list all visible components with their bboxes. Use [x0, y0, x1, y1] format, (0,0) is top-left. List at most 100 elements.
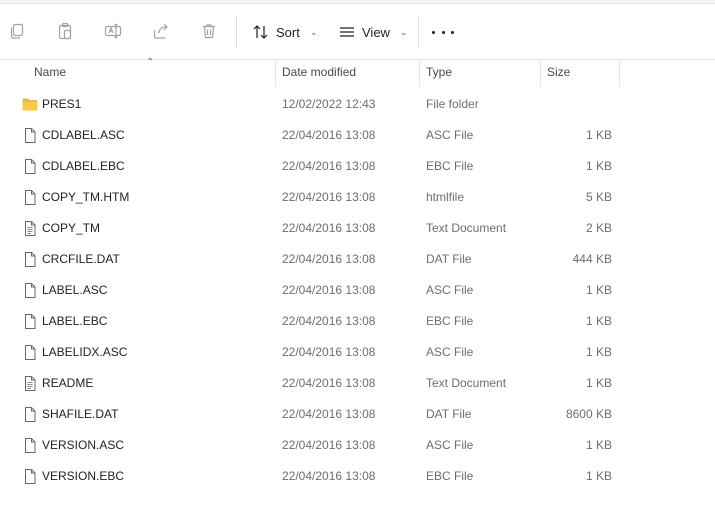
file-row[interactable]: LABEL.EBC 22/04/2016 13:08 EBC File 1 KB	[0, 306, 715, 337]
file-row[interactable]: SHAFILE.DAT 22/04/2016 13:08 DAT File 86…	[0, 399, 715, 430]
file-icon	[22, 282, 38, 299]
file-date-modified: 22/04/2016 13:08	[282, 438, 376, 452]
sort-label: Sort	[276, 24, 300, 40]
file-icon	[22, 406, 38, 423]
file-type: Text Document	[426, 376, 507, 390]
file-name: LABEL.EBC	[42, 314, 108, 328]
copy-icon[interactable]	[6, 20, 28, 42]
file-size: 1 KB	[585, 376, 612, 390]
file-row[interactable]: PRES1 12/02/2022 12:43 File folder	[0, 89, 715, 120]
file-size: 1 KB	[585, 314, 612, 328]
file-icon	[22, 344, 38, 361]
chevron-down-icon: ⌄	[399, 26, 408, 37]
command-bar: Sort ⌄ View ⌄	[0, 4, 715, 60]
file-explorer-window: Sort ⌄ View ⌄ ⌃ Name Date modified Type …	[0, 0, 715, 515]
file-size	[540, 89, 612, 120]
file-size: 1 KB	[585, 128, 612, 142]
more-icon	[432, 30, 435, 34]
column-header-row: ⌃ Name Date modified Type Size	[0, 57, 715, 86]
file-row[interactable]: README 22/04/2016 13:08 Text Document 1 …	[0, 368, 715, 399]
file-date-modified: 22/04/2016 13:08	[282, 283, 376, 297]
file-type: htmlfile	[426, 190, 465, 204]
file-row[interactable]: VERSION.EBC 22/04/2016 13:08 EBC File 1 …	[0, 461, 715, 492]
file-icon	[22, 127, 38, 144]
file-icon	[22, 437, 38, 454]
file-date-modified: 22/04/2016 13:08	[282, 159, 376, 173]
column-header-name[interactable]: Name	[34, 60, 66, 86]
file-type: File folder	[426, 97, 479, 111]
sort-button[interactable]: Sort ⌄	[252, 18, 317, 46]
file-size: 1 KB	[585, 469, 612, 483]
file-row[interactable]: LABELIDX.ASC 22/04/2016 13:08 ASC File 1…	[0, 337, 715, 368]
file-type: ASC File	[426, 283, 474, 297]
file-icon	[22, 251, 38, 268]
delete-icon[interactable]	[198, 20, 220, 42]
sort-ascending-icon: ⌃	[146, 57, 155, 68]
file-date-modified: 22/04/2016 13:08	[282, 469, 376, 483]
file-name: CDLABEL.ASC	[42, 128, 125, 142]
file-type: EBC File	[426, 469, 474, 483]
column-divider[interactable]	[619, 60, 620, 86]
column-divider[interactable]	[275, 60, 276, 86]
file-type: Text Document	[426, 221, 507, 235]
file-size: 444 KB	[572, 252, 612, 266]
file-name: VERSION.EBC	[42, 469, 125, 483]
file-date-modified: 22/04/2016 13:08	[282, 221, 376, 235]
file-name: VERSION.ASC	[42, 438, 125, 452]
sort-icon	[253, 25, 268, 39]
share-icon[interactable]	[150, 20, 172, 42]
chevron-down-icon: ⌄	[309, 26, 318, 37]
file-date-modified: 22/04/2016 13:08	[282, 252, 376, 266]
file-date-modified: 22/04/2016 13:08	[282, 314, 376, 328]
file-name: LABEL.ASC	[42, 283, 108, 297]
file-type: EBC File	[426, 314, 474, 328]
folder-icon	[22, 96, 38, 113]
file-date-modified: 22/04/2016 13:08	[282, 190, 376, 204]
rename-icon[interactable]	[102, 20, 124, 42]
text-file-icon	[22, 375, 38, 392]
file-name: COPY_TM	[42, 221, 101, 235]
file-row[interactable]: CRCFILE.DAT 22/04/2016 13:08 DAT File 44…	[0, 244, 715, 275]
column-header-date[interactable]: Date modified	[282, 60, 356, 86]
file-icon	[22, 158, 38, 175]
file-row[interactable]: LABEL.ASC 22/04/2016 13:08 ASC File 1 KB	[0, 275, 715, 306]
file-icon	[22, 189, 38, 206]
file-name: README	[42, 376, 94, 390]
file-date-modified: 22/04/2016 13:08	[282, 128, 376, 142]
file-icon	[22, 468, 38, 485]
file-size: 1 KB	[585, 159, 612, 173]
file-row[interactable]: COPY_TM.HTM 22/04/2016 13:08 htmlfile 5 …	[0, 182, 715, 213]
column-header-size[interactable]: Size	[547, 60, 570, 86]
file-size: 1 KB	[585, 438, 612, 452]
file-row[interactable]: COPY_TM 22/04/2016 13:08 Text Document 2…	[0, 213, 715, 244]
column-divider[interactable]	[540, 60, 541, 86]
file-type: EBC File	[426, 159, 474, 173]
file-type: DAT File	[426, 407, 472, 421]
file-row[interactable]: CDLABEL.EBC 22/04/2016 13:08 EBC File 1 …	[0, 151, 715, 182]
file-type: ASC File	[426, 438, 474, 452]
file-name: CRCFILE.DAT	[42, 252, 120, 266]
file-size: 5 KB	[585, 190, 612, 204]
more-options-button[interactable]	[432, 24, 454, 40]
file-size: 2 KB	[585, 221, 612, 235]
file-date-modified: 22/04/2016 13:08	[282, 407, 376, 421]
file-name: LABELIDX.ASC	[42, 345, 128, 359]
toolbar-separator	[236, 16, 237, 48]
paste-icon[interactable]	[54, 20, 76, 42]
file-size: 1 KB	[585, 283, 612, 297]
file-row[interactable]: CDLABEL.ASC 22/04/2016 13:08 ASC File 1 …	[0, 120, 715, 151]
view-label: View	[362, 24, 390, 40]
file-icon	[22, 313, 38, 330]
view-button[interactable]: View ⌄	[338, 18, 408, 46]
file-type: ASC File	[426, 128, 474, 142]
file-name: PRES1	[42, 97, 82, 111]
column-divider[interactable]	[419, 60, 420, 86]
toolbar-separator	[418, 16, 419, 48]
file-name: COPY_TM.HTM	[42, 190, 130, 204]
file-type: DAT File	[426, 252, 472, 266]
column-header-type[interactable]: Type	[426, 60, 452, 86]
file-row[interactable]: VERSION.ASC 22/04/2016 13:08 ASC File 1 …	[0, 430, 715, 461]
file-name: SHAFILE.DAT	[42, 407, 119, 421]
text-file-icon	[22, 220, 38, 237]
file-name: CDLABEL.EBC	[42, 159, 125, 173]
